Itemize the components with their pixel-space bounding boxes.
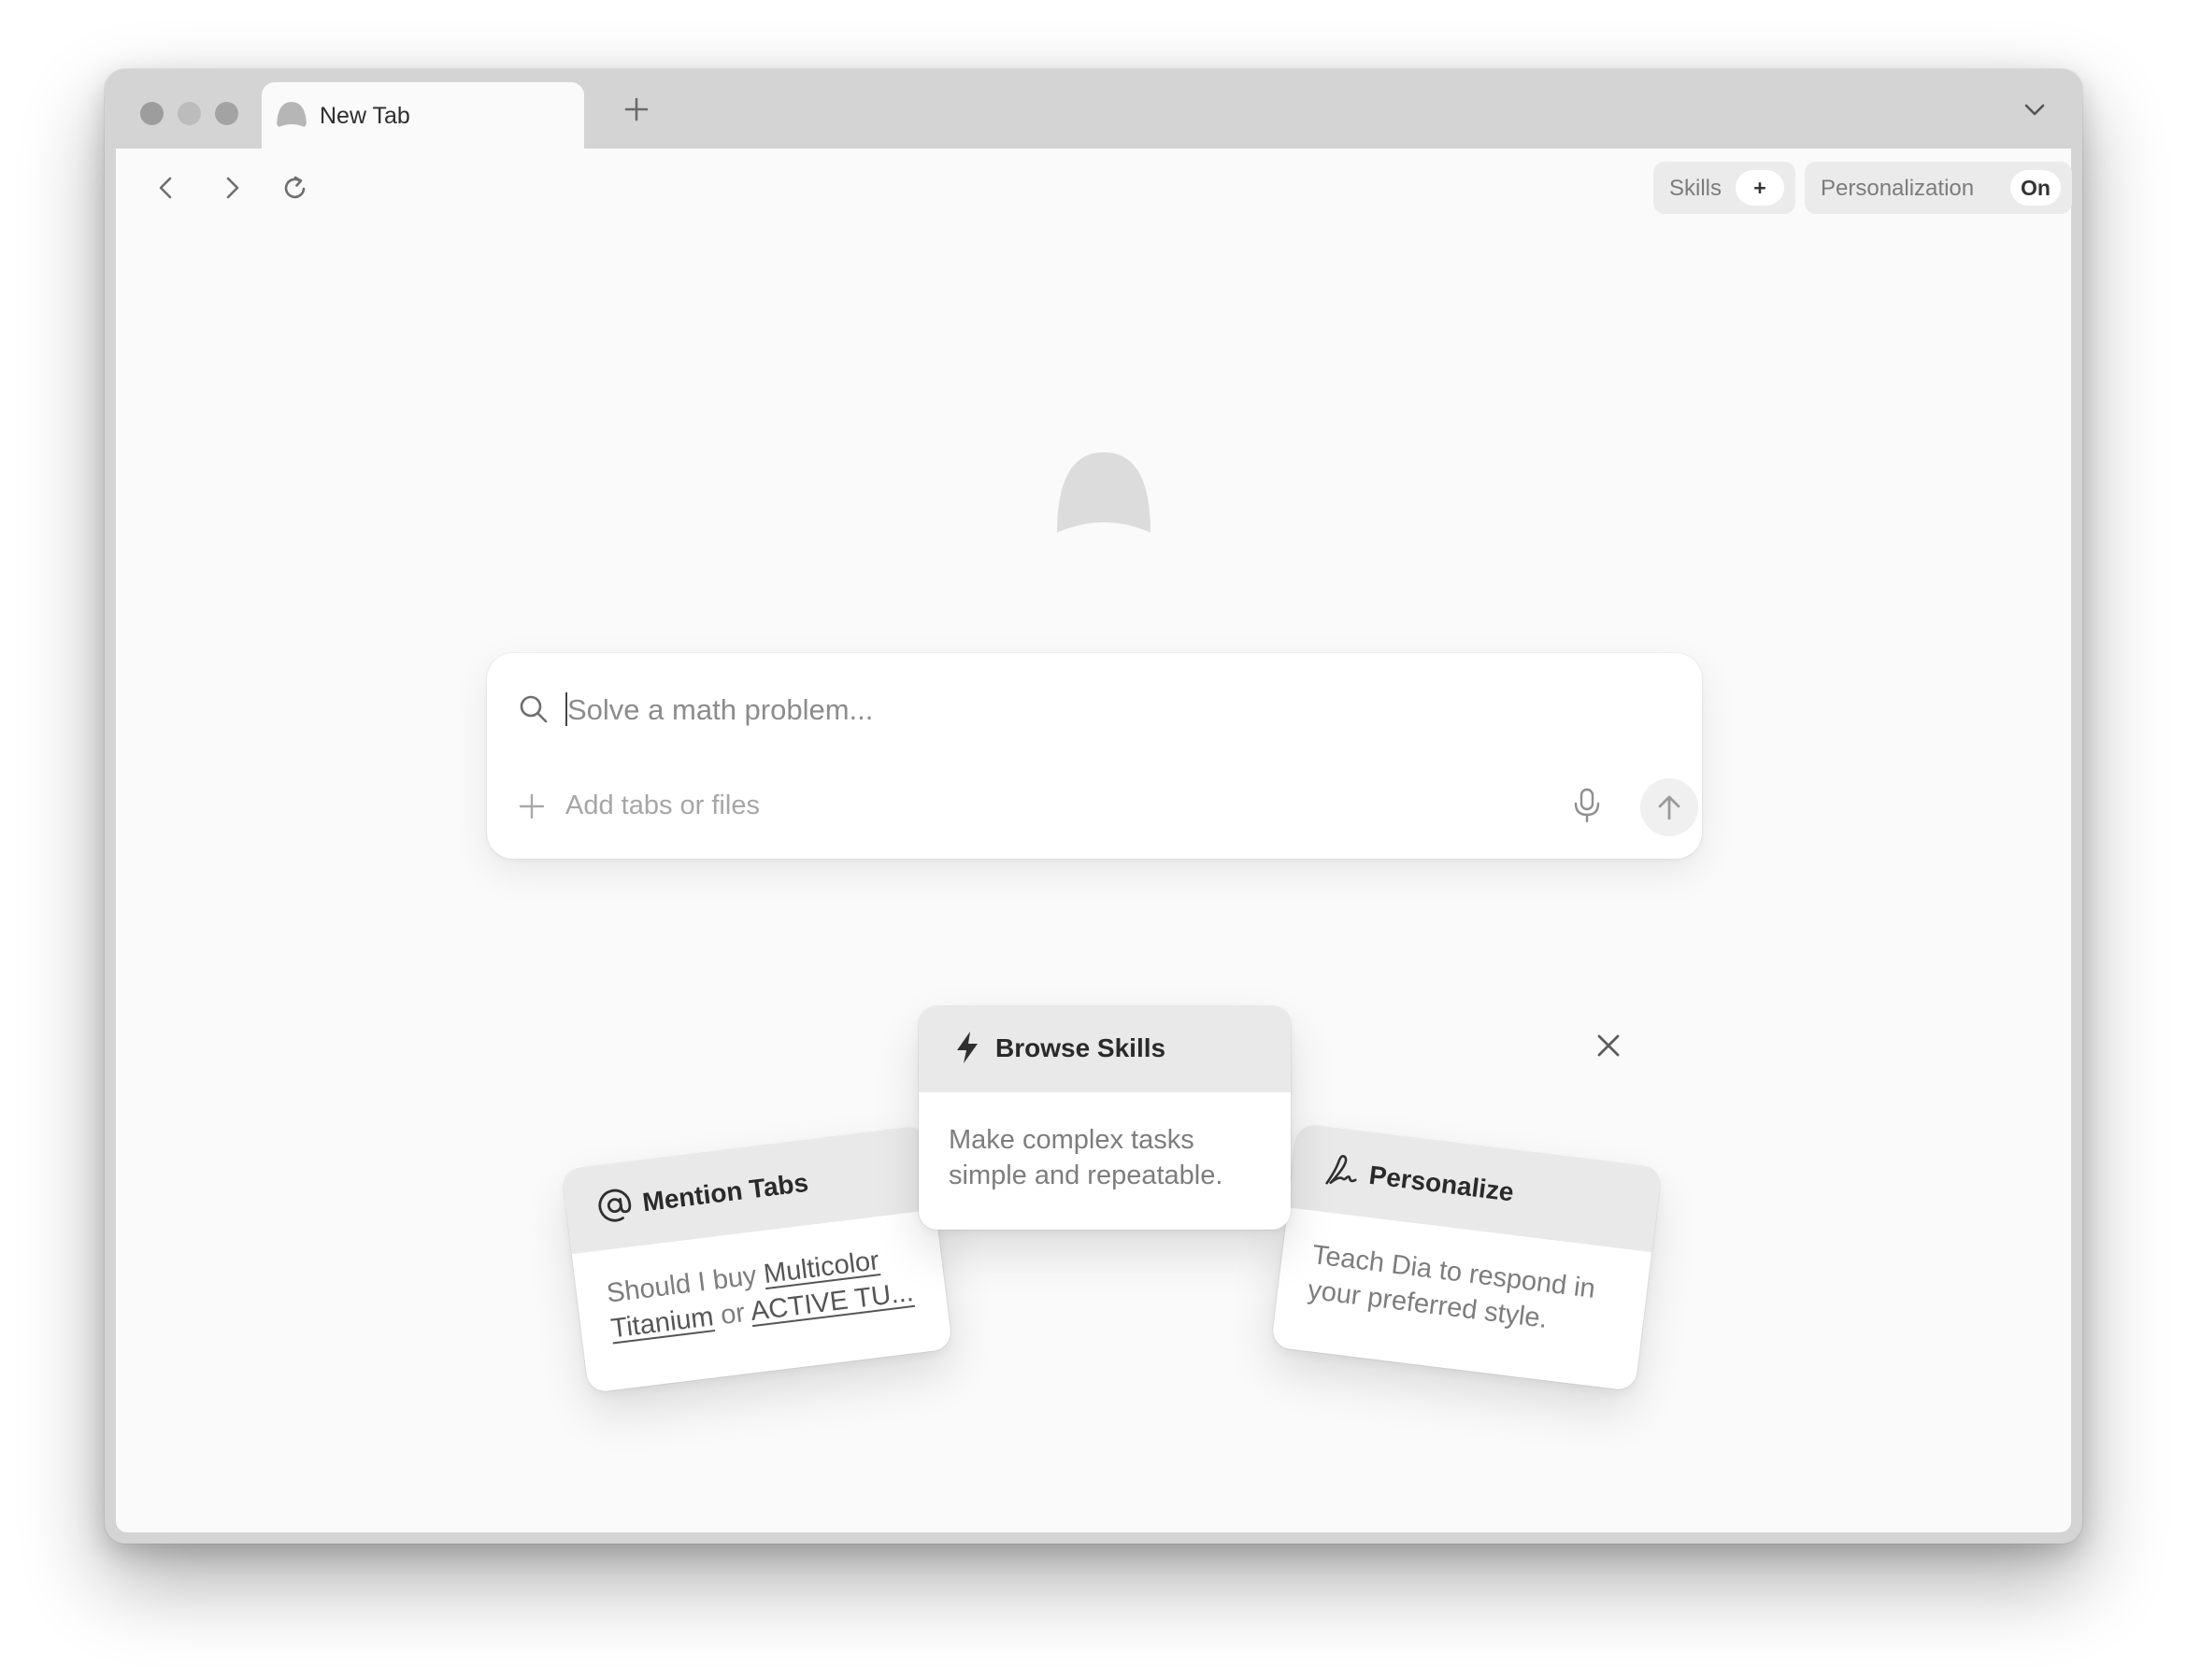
add-skill-button[interactable]: + <box>1736 170 1784 206</box>
page-content: Skills + Personalization On Add tabs or … <box>116 149 2072 1532</box>
reload-icon[interactable] <box>277 169 314 206</box>
card-header: Mention Tabs <box>561 1126 936 1255</box>
browser-window: New Tab Skills + Personalization On Solv… <box>105 69 2082 1544</box>
search-input[interactable] <box>565 687 1504 733</box>
personalization-toggle[interactable]: Personalization On <box>1805 162 2072 214</box>
mention-tabs-card[interactable]: Mention Tabs Should I buy Multicolor Tit… <box>561 1126 953 1393</box>
microphone-icon[interactable] <box>1571 788 1603 823</box>
personalization-state: On <box>2010 170 2061 206</box>
close-window-button[interactable] <box>140 102 164 125</box>
title-bar: New Tab <box>105 69 2082 149</box>
tab-new-tab[interactable]: New Tab <box>262 82 584 149</box>
lightning-icon <box>957 1032 978 1063</box>
send-button[interactable] <box>1640 778 1698 836</box>
close-icon[interactable] <box>1593 1030 1624 1061</box>
dia-logo-icon <box>1057 452 1151 533</box>
arrow-up-icon <box>1658 795 1680 820</box>
text-cursor <box>565 692 567 726</box>
zoom-window-button[interactable] <box>215 102 238 125</box>
card-title: Mention Tabs <box>640 1167 810 1217</box>
card-body: Teach Dia to respond in your preferred s… <box>1306 1240 1597 1334</box>
chevron-left-icon[interactable] <box>148 169 185 206</box>
skills-button[interactable]: Skills + <box>1653 162 1795 214</box>
card-header: Browse Skills <box>919 1006 1291 1092</box>
dia-logo-icon <box>277 102 307 128</box>
at-sign-icon <box>598 1189 632 1222</box>
personalize-card[interactable]: Personalize Teach Dia to respond in your… <box>1270 1124 1663 1391</box>
add-tabs-or-files-button[interactable]: Add tabs or files <box>565 789 760 822</box>
new-tab-button[interactable] <box>617 90 656 129</box>
minimize-window-button[interactable] <box>178 102 201 125</box>
browse-skills-card[interactable]: Browse Skills Make complex tasks simple … <box>919 1006 1291 1230</box>
tab-title: New Tab <box>320 103 410 129</box>
search-icon <box>520 695 548 723</box>
card-header: Personalize <box>1288 1124 1663 1253</box>
signature-icon <box>1325 1155 1357 1185</box>
skills-label: Skills <box>1669 176 1722 201</box>
personalization-label: Personalization <box>1821 176 1975 201</box>
plus-icon <box>624 97 649 121</box>
card-body: Should I buy Multicolor Titanium or ACTI… <box>605 1239 922 1347</box>
search-box: Add tabs or files <box>487 653 1702 859</box>
card-body: Make complex tasks simple and repeatable… <box>949 1125 1223 1190</box>
card-body-text: or <box>711 1297 753 1332</box>
card-title: Browse Skills <box>995 1033 1166 1062</box>
chevron-down-icon[interactable] <box>2021 95 2049 123</box>
plus-icon[interactable] <box>517 791 547 821</box>
chevron-right-icon[interactable] <box>213 169 250 206</box>
card-title: Personalize <box>1367 1160 1516 1207</box>
